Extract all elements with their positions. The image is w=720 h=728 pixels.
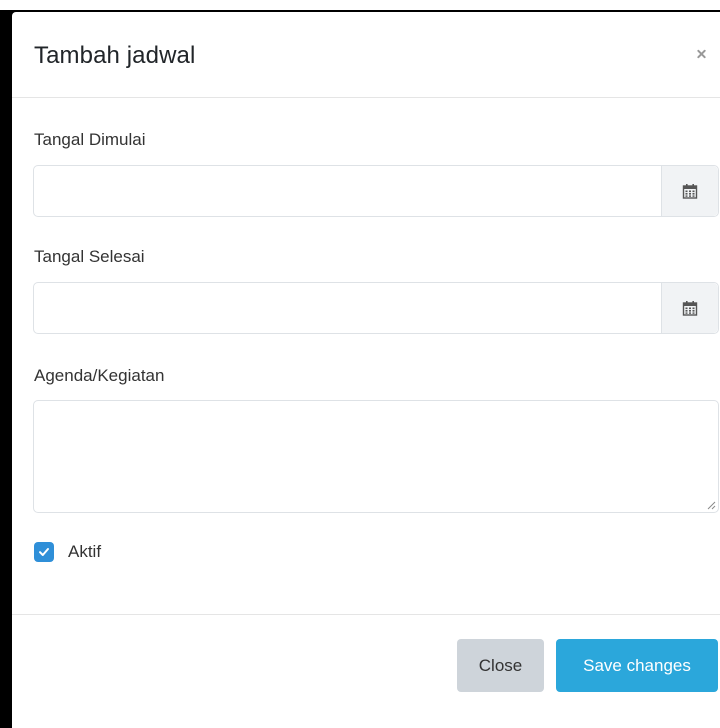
calendar-icon xyxy=(682,301,698,316)
close-icon[interactable] xyxy=(692,44,712,64)
end-date-picker-button[interactable] xyxy=(661,283,718,333)
end-date-group xyxy=(33,282,719,334)
check-icon xyxy=(39,548,49,556)
agenda-label: Agenda/Kegiatan xyxy=(34,366,165,385)
end-date-input[interactable] xyxy=(34,283,661,333)
end-date-label: Tangal Selesai xyxy=(34,247,145,266)
start-date-group xyxy=(33,165,719,217)
close-button[interactable]: Close xyxy=(457,639,544,692)
resize-grip-icon[interactable] xyxy=(706,500,716,510)
start-date-label: Tangal Dimulai xyxy=(34,130,146,149)
add-schedule-modal: Tambah jadwal Tangal Dimulai Tangal Sele… xyxy=(12,12,720,728)
active-label: Aktif xyxy=(68,542,102,561)
active-checkbox[interactable] xyxy=(34,542,54,562)
modal-title: Tambah jadwal xyxy=(34,42,196,69)
calendar-icon xyxy=(682,184,698,199)
start-date-input[interactable] xyxy=(34,166,661,216)
active-checkbox-row[interactable]: Aktif xyxy=(34,542,101,562)
save-changes-button[interactable]: Save changes xyxy=(556,639,718,692)
modal-footer: Close Save changes xyxy=(12,614,720,728)
agenda-textarea[interactable] xyxy=(33,400,719,513)
background-page xyxy=(0,0,720,12)
modal-header: Tambah jadwal xyxy=(12,12,720,98)
start-date-picker-button[interactable] xyxy=(661,166,718,216)
